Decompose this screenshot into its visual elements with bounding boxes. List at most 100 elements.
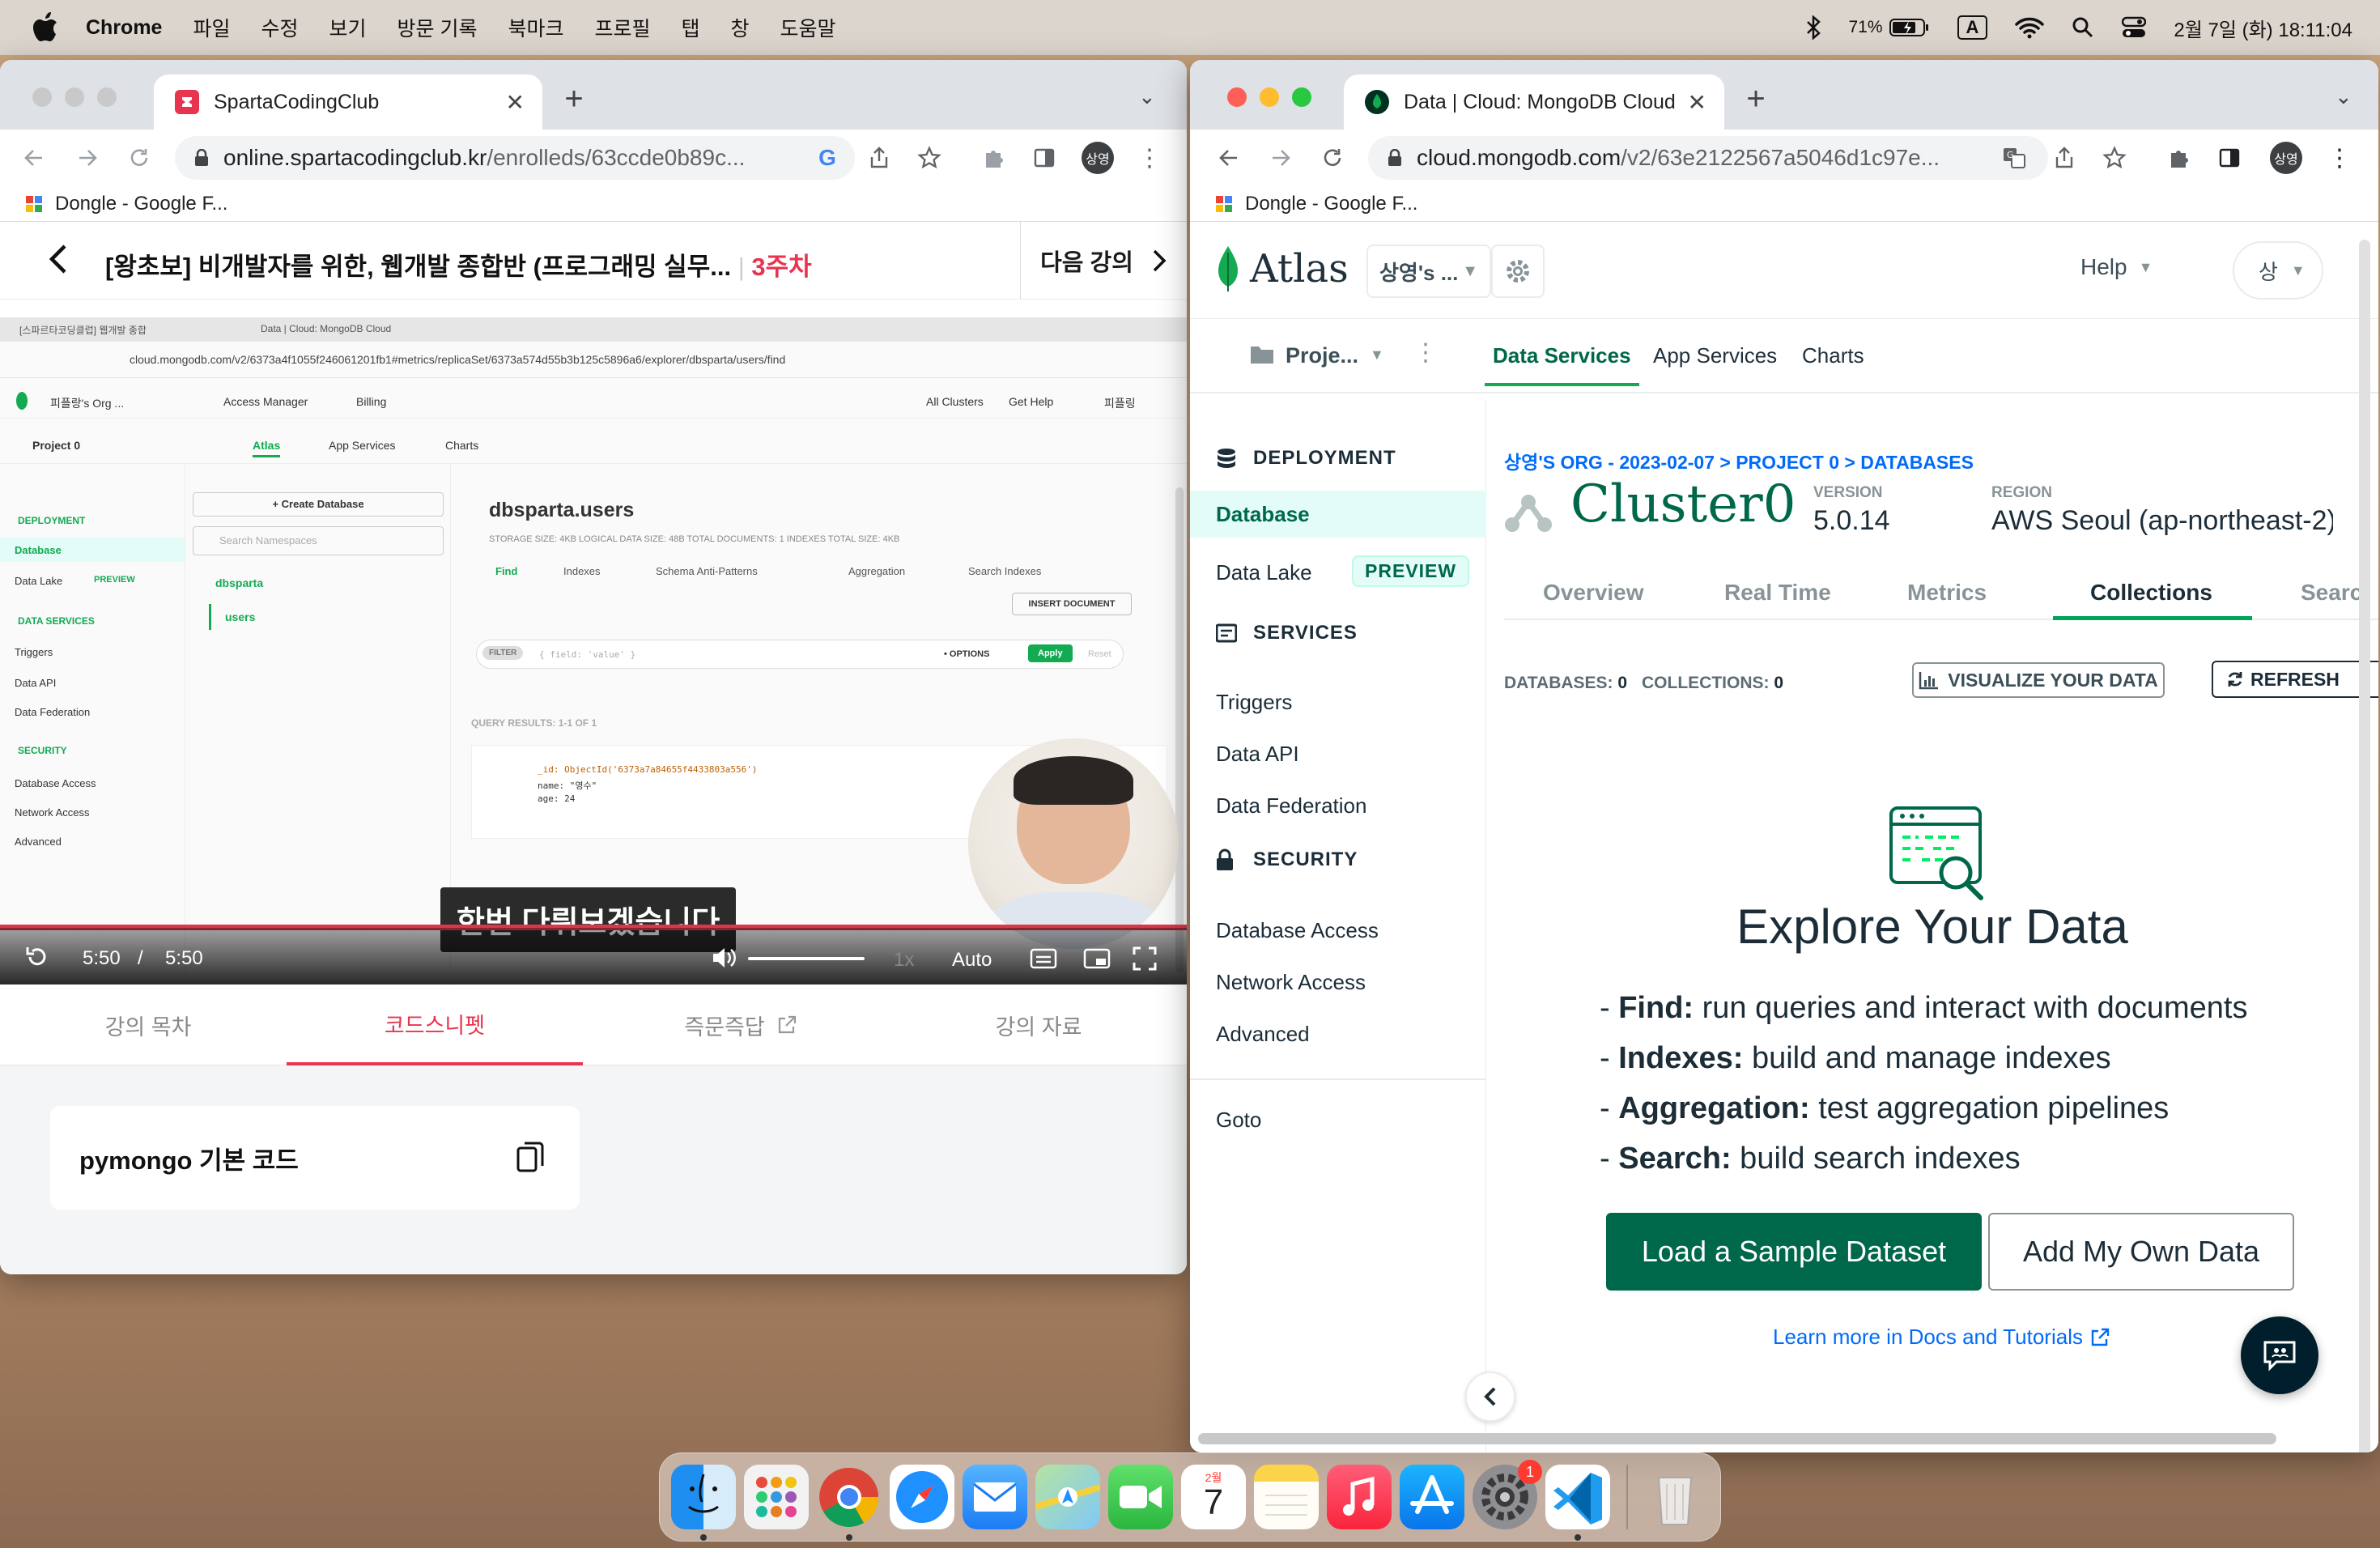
- launchpad-icon[interactable]: [744, 1465, 809, 1529]
- vscode-icon[interactable]: [1545, 1465, 1610, 1529]
- help-menu[interactable]: Help ▼: [2080, 254, 2153, 280]
- address-bar[interactable]: online.spartacodingclub.kr/enrolleds/63c…: [175, 136, 855, 180]
- extensions-puzzle-icon[interactable]: [980, 143, 1009, 172]
- cluster-tab-metrics[interactable]: Metrics: [1907, 580, 1987, 606]
- menu-window[interactable]: 창: [731, 13, 750, 42]
- snippet-card[interactable]: pymongo 기본 코드: [50, 1106, 580, 1210]
- playback-speed[interactable]: 1x: [894, 949, 914, 972]
- next-lecture-button[interactable]: 다음 강의: [1020, 222, 1187, 300]
- minimize-window-button[interactable]: [65, 87, 84, 107]
- cluster-tab-overview[interactable]: Overview: [1543, 580, 1644, 606]
- collapse-sidebar-button[interactable]: [1465, 1372, 1515, 1422]
- share-icon[interactable]: [865, 143, 894, 172]
- bookmark-star-icon[interactable]: [915, 143, 944, 172]
- wifi-icon[interactable]: [2015, 16, 2045, 39]
- org-settings-button[interactable]: [1491, 245, 1545, 298]
- side-panel-icon[interactable]: [2215, 143, 2244, 172]
- tab-search-chevron-icon[interactable]: ⌄: [2335, 84, 2352, 109]
- nav-data-services[interactable]: Data Services: [1485, 343, 1639, 386]
- picture-in-picture-icon[interactable]: [1083, 947, 1111, 976]
- menubar-clock[interactable]: 2월 7일 (화) 18:11:04: [2174, 14, 2352, 42]
- chat-support-button[interactable]: [2241, 1316, 2318, 1394]
- sidebar-item-data-federation[interactable]: Data Federation: [1216, 793, 1366, 819]
- control-center-icon[interactable]: [2122, 16, 2147, 39]
- cluster-name[interactable]: Cluster0: [1570, 474, 1796, 534]
- safari-icon[interactable]: [890, 1465, 954, 1529]
- menu-file[interactable]: 파일: [193, 13, 230, 42]
- caret-down-icon[interactable]: ▼: [1370, 347, 1384, 364]
- nav-charts[interactable]: Charts: [1802, 343, 1864, 368]
- sidebar-item-data-api[interactable]: Data API: [1216, 742, 1299, 767]
- browser-tab-sparta[interactable]: SpartaCodingClub ✕: [154, 74, 542, 130]
- visualize-data-button[interactable]: VISUALIZE YOUR DATA: [1912, 662, 2165, 698]
- breadcrumb[interactable]: 상영'S ORG - 2023-02-07 > PROJECT 0 > DATA…: [1504, 447, 1974, 474]
- system-settings-icon[interactable]: 1: [1473, 1460, 1542, 1529]
- maps-icon[interactable]: [1034, 1465, 1102, 1529]
- mail-icon[interactable]: [963, 1465, 1027, 1529]
- vertical-scrollbar[interactable]: [2359, 240, 2370, 1452]
- cluster-tab-collections[interactable]: Collections: [2053, 567, 2252, 620]
- zoom-window-button[interactable]: [1292, 87, 1311, 107]
- back-arrow-icon[interactable]: [1214, 143, 1243, 172]
- menu-view[interactable]: 보기: [329, 13, 367, 42]
- close-tab-icon[interactable]: ✕: [1688, 89, 1706, 116]
- mongodb-leaf-icon[interactable]: [1216, 245, 1240, 297]
- cluster-tab-search[interactable]: Search: [2301, 580, 2359, 605]
- profile-avatar[interactable]: 상영: [1082, 142, 1114, 174]
- chrome-icon[interactable]: [817, 1465, 882, 1529]
- menu-tab[interactable]: 탭: [682, 13, 700, 42]
- zoom-window-button[interactable]: [97, 87, 117, 107]
- project-selector[interactable]: Proje...: [1286, 343, 1358, 368]
- copy-icon[interactable]: [515, 1138, 547, 1180]
- lecture-video-player[interactable]: [스파르타코딩클럽] 웹개발 종합 Data | Cloud: MongoDB …: [0, 317, 1187, 985]
- close-window-button[interactable]: [1227, 87, 1247, 107]
- captions-icon[interactable]: [1030, 947, 1057, 976]
- share-icon[interactable]: [2050, 143, 2079, 172]
- close-window-button[interactable]: [32, 87, 52, 107]
- trash-icon[interactable]: [1643, 1465, 1707, 1529]
- close-tab-icon[interactable]: ✕: [506, 89, 525, 116]
- calendar-icon[interactable]: 2월 7: [1181, 1465, 1246, 1529]
- new-tab-button[interactable]: +: [554, 81, 594, 117]
- tab-search-chevron-icon[interactable]: ⌄: [1138, 84, 1156, 109]
- new-tab-button[interactable]: +: [1736, 81, 1776, 117]
- facetime-icon[interactable]: [1108, 1465, 1173, 1529]
- google-lens-icon[interactable]: G: [813, 143, 842, 172]
- refresh-button[interactable]: REFRESH: [2212, 661, 2378, 698]
- bookmark-star-icon[interactable]: [2100, 143, 2129, 172]
- menu-help[interactable]: 도움말: [780, 13, 836, 42]
- tab-qna[interactable]: 즉문즉답: [593, 985, 889, 1065]
- sidebar-item-database-access[interactable]: Database Access: [1216, 918, 1379, 943]
- bookmark-dongle[interactable]: Dongle - Google F...: [55, 193, 227, 215]
- notes-icon[interactable]: [1254, 1465, 1319, 1529]
- tab-lecture-materials[interactable]: 강의 자료: [890, 985, 1187, 1065]
- battery-status[interactable]: 71%: [1849, 18, 1930, 37]
- video-quality[interactable]: Auto: [952, 949, 992, 972]
- side-panel-icon[interactable]: [1030, 143, 1059, 172]
- reload-icon[interactable]: [1318, 143, 1347, 172]
- music-icon[interactable]: [1327, 1465, 1392, 1529]
- menu-bookmarks[interactable]: 북마크: [508, 13, 563, 42]
- forward-arrow-icon[interactable]: [73, 143, 102, 172]
- sidebar-item-data-lake[interactable]: Data Lake: [1216, 560, 1312, 585]
- volume-icon[interactable]: [711, 946, 737, 976]
- reload-icon[interactable]: [125, 143, 154, 172]
- volume-slider[interactable]: [748, 957, 865, 960]
- fullscreen-icon[interactable]: [1132, 946, 1158, 977]
- org-selector[interactable]: 상영's ... ▼: [1366, 245, 1491, 298]
- translate-icon[interactable]: G: [2000, 143, 2029, 172]
- menu-profiles[interactable]: 프로필: [594, 13, 650, 42]
- bluetooth-icon[interactable]: [1805, 15, 1821, 40]
- forward-arrow-icon[interactable]: [1266, 143, 1295, 172]
- profile-avatar[interactable]: 상영: [2270, 142, 2302, 174]
- spotlight-search-icon[interactable]: [2072, 16, 2094, 39]
- browser-tab-mongodb[interactable]: Data | Cloud: MongoDB Cloud ✕: [1344, 74, 1724, 130]
- nav-app-services[interactable]: App Services: [1653, 343, 1777, 368]
- address-bar[interactable]: cloud.mongodb.com/v2/63e2122567a5046d1c9…: [1368, 136, 2048, 180]
- bookmark-dongle[interactable]: Dongle - Google F...: [1245, 193, 1417, 215]
- sidebar-item-goto[interactable]: Goto: [1216, 1108, 1261, 1133]
- add-own-data-button[interactable]: Add My Own Data: [1988, 1213, 2294, 1291]
- minimize-window-button[interactable]: [1260, 87, 1279, 107]
- back-arrow-icon[interactable]: [19, 143, 49, 172]
- chrome-menu-kebab-icon[interactable]: ⋮: [1135, 143, 1164, 172]
